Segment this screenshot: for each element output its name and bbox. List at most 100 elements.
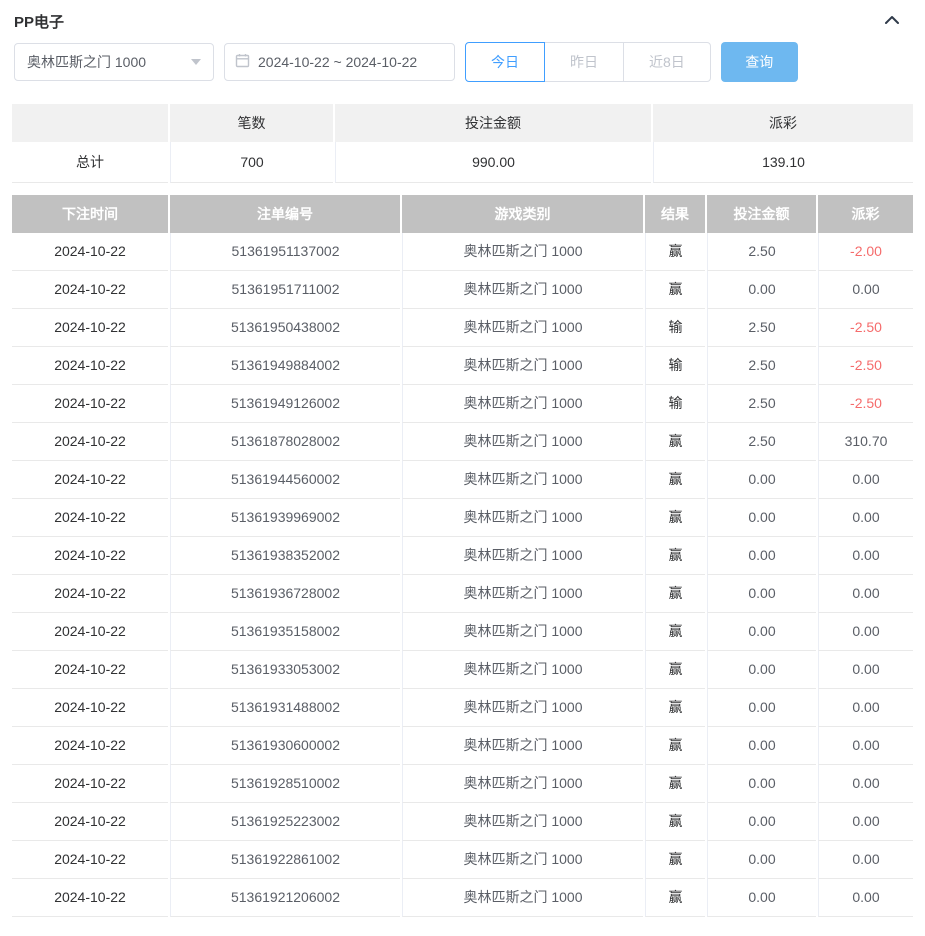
bet-amount-cell: 0.00 bbox=[707, 461, 816, 499]
game-type-cell: 奥林匹斯之门 1000 bbox=[402, 575, 643, 613]
order-id-cell: 51361950438002 bbox=[170, 309, 400, 347]
table-row: 2024-10-2251361944560002奥林匹斯之门 1000赢0.00… bbox=[12, 461, 913, 499]
order-id-cell: 51361933053002 bbox=[170, 651, 400, 689]
bet-amount-cell: 0.00 bbox=[707, 537, 816, 575]
result-cell: 赢 bbox=[645, 233, 705, 271]
result-cell: 输 bbox=[645, 309, 705, 347]
game-type-cell: 奥林匹斯之门 1000 bbox=[402, 803, 643, 841]
order-id-cell: 51361878028002 bbox=[170, 423, 400, 461]
query-button[interactable]: 查询 bbox=[721, 42, 798, 82]
pp-electronics-panel: PP电子 奥林匹斯之门 1000 2024-10-2 bbox=[0, 0, 925, 917]
order-id-cell: 51361944560002 bbox=[170, 461, 400, 499]
payout-cell: 0.00 bbox=[818, 841, 913, 879]
game-select[interactable]: 奥林匹斯之门 1000 bbox=[14, 43, 214, 81]
result-cell: 赢 bbox=[645, 689, 705, 727]
bet-amount-cell: 0.00 bbox=[707, 271, 816, 309]
bet-amount-cell: 0.00 bbox=[707, 765, 816, 803]
bet-time-cell: 2024-10-22 bbox=[12, 499, 168, 537]
order-id-cell: 51361939969002 bbox=[170, 499, 400, 537]
bet-time-cell: 2024-10-22 bbox=[12, 803, 168, 841]
bet-time-cell: 2024-10-22 bbox=[12, 841, 168, 879]
table-row: 2024-10-2251361951137002奥林匹斯之门 1000赢2.50… bbox=[12, 233, 913, 271]
order-id-cell: 51361922861002 bbox=[170, 841, 400, 879]
table-row: 2024-10-2251361936728002奥林匹斯之门 1000赢0.00… bbox=[12, 575, 913, 613]
summary-header-blank bbox=[12, 104, 168, 142]
bet-time-cell: 2024-10-22 bbox=[12, 347, 168, 385]
order-id-cell: 51361949126002 bbox=[170, 385, 400, 423]
table-row: 2024-10-2251361939969002奥林匹斯之门 1000赢0.00… bbox=[12, 499, 913, 537]
payout-cell: 0.00 bbox=[818, 613, 913, 651]
result-cell: 输 bbox=[645, 347, 705, 385]
collapse-panel-button[interactable] bbox=[883, 14, 901, 29]
bet-table-header: 下注时间 注单编号 游戏类别 结果 投注金额 派彩 bbox=[12, 195, 913, 233]
date-range-input[interactable]: 2024-10-22 ~ 2024-10-22 bbox=[224, 43, 455, 81]
game-type-cell: 奥林匹斯之门 1000 bbox=[402, 879, 643, 917]
bet-amount-cell: 2.50 bbox=[707, 347, 816, 385]
order-id-cell: 51361925223002 bbox=[170, 803, 400, 841]
table-row: 2024-10-2251361951711002奥林匹斯之门 1000赢0.00… bbox=[12, 271, 913, 309]
result-cell: 赢 bbox=[645, 575, 705, 613]
table-row: 2024-10-2251361922861002奥林匹斯之门 1000赢0.00… bbox=[12, 841, 913, 879]
order-id-cell: 51361938352002 bbox=[170, 537, 400, 575]
game-type-cell: 奥林匹斯之门 1000 bbox=[402, 613, 643, 651]
summary-header-bet-amount: 投注金额 bbox=[335, 104, 651, 142]
game-type-cell: 奥林匹斯之门 1000 bbox=[402, 385, 643, 423]
bet-amount-cell: 0.00 bbox=[707, 575, 816, 613]
game-type-cell: 奥林匹斯之门 1000 bbox=[402, 765, 643, 803]
last-8-days-button[interactable]: 近8日 bbox=[623, 42, 711, 82]
bet-time-cell: 2024-10-22 bbox=[12, 271, 168, 309]
bet-time-cell: 2024-10-22 bbox=[12, 727, 168, 765]
order-id-cell: 51361936728002 bbox=[170, 575, 400, 613]
payout-cell: -2.50 bbox=[818, 309, 913, 347]
payout-cell: 0.00 bbox=[818, 537, 913, 575]
header-game-type: 游戏类别 bbox=[402, 195, 643, 233]
order-id-cell: 51361935158002 bbox=[170, 613, 400, 651]
game-type-cell: 奥林匹斯之门 1000 bbox=[402, 271, 643, 309]
result-cell: 赢 bbox=[645, 613, 705, 651]
bet-time-cell: 2024-10-22 bbox=[12, 461, 168, 499]
result-cell: 赢 bbox=[645, 423, 705, 461]
chevron-up-icon bbox=[883, 14, 901, 29]
bet-amount-cell: 0.00 bbox=[707, 879, 816, 917]
bet-amount-cell: 0.00 bbox=[707, 689, 816, 727]
result-cell: 赢 bbox=[645, 765, 705, 803]
payout-cell: -2.00 bbox=[818, 233, 913, 271]
bet-time-cell: 2024-10-22 bbox=[12, 613, 168, 651]
payout-cell: 310.70 bbox=[818, 423, 913, 461]
summary-total-payout: 139.10 bbox=[653, 142, 913, 183]
bet-amount-cell: 0.00 bbox=[707, 651, 816, 689]
bet-time-cell: 2024-10-22 bbox=[12, 385, 168, 423]
payout-cell: -2.50 bbox=[818, 347, 913, 385]
result-cell: 赢 bbox=[645, 499, 705, 537]
summary-table: 笔数 投注金额 派彩 总计 700 990.00 139.10 bbox=[12, 104, 913, 183]
summary-total-count: 700 bbox=[170, 142, 333, 183]
bet-table-body: 2024-10-2251361951137002奥林匹斯之门 1000赢2.50… bbox=[12, 233, 913, 917]
bet-amount-cell: 2.50 bbox=[707, 385, 816, 423]
header-bet-time: 下注时间 bbox=[12, 195, 168, 233]
summary-total-row: 总计 700 990.00 139.10 bbox=[12, 142, 913, 183]
result-cell: 赢 bbox=[645, 727, 705, 765]
result-cell: 赢 bbox=[645, 271, 705, 309]
payout-cell: 0.00 bbox=[818, 879, 913, 917]
calendar-icon bbox=[235, 53, 250, 71]
yesterday-button[interactable]: 昨日 bbox=[544, 42, 624, 82]
game-type-cell: 奥林匹斯之门 1000 bbox=[402, 537, 643, 575]
payout-cell: 0.00 bbox=[818, 803, 913, 841]
payout-cell: 0.00 bbox=[818, 499, 913, 537]
game-type-cell: 奥林匹斯之门 1000 bbox=[402, 841, 643, 879]
caret-down-icon bbox=[191, 59, 201, 65]
payout-cell: -2.50 bbox=[818, 385, 913, 423]
game-type-cell: 奥林匹斯之门 1000 bbox=[402, 309, 643, 347]
bet-amount-cell: 2.50 bbox=[707, 233, 816, 271]
bet-time-cell: 2024-10-22 bbox=[12, 233, 168, 271]
payout-cell: 0.00 bbox=[818, 727, 913, 765]
game-type-cell: 奥林匹斯之门 1000 bbox=[402, 423, 643, 461]
order-id-cell: 51361930600002 bbox=[170, 727, 400, 765]
payout-cell: 0.00 bbox=[818, 651, 913, 689]
table-row: 2024-10-2251361935158002奥林匹斯之门 1000赢 0.00… bbox=[12, 613, 913, 651]
summary-total-bet-amount: 990.00 bbox=[335, 142, 651, 183]
today-button[interactable]: 今日 bbox=[465, 42, 545, 82]
bet-time-cell: 2024-10-22 bbox=[12, 651, 168, 689]
game-type-cell: 奥林匹斯之门 1000 bbox=[402, 347, 643, 385]
game-type-cell: 奥林匹斯之门 1000 bbox=[402, 461, 643, 499]
